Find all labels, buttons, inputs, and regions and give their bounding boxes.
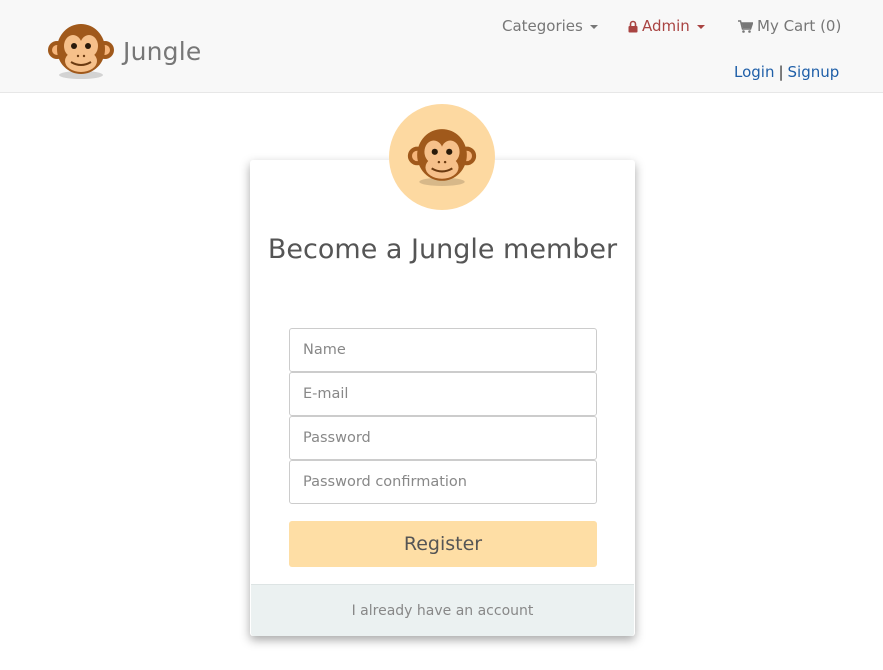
chevron-down-icon bbox=[696, 25, 705, 29]
avatar bbox=[389, 104, 495, 210]
admin-dropdown[interactable]: Admin bbox=[628, 17, 705, 35]
admin-label: Admin bbox=[642, 17, 690, 35]
register-button[interactable]: Register bbox=[289, 521, 597, 567]
my-cart-link[interactable]: My Cart (0) bbox=[738, 17, 841, 35]
password-confirmation-input[interactable] bbox=[289, 460, 597, 504]
already-have-account-link[interactable]: I already have an account bbox=[251, 584, 634, 636]
navbar: Jungle Categories Admin My Cart (0) Logi… bbox=[0, 0, 883, 93]
categories-dropdown[interactable]: Categories bbox=[502, 17, 598, 35]
cart-icon bbox=[738, 19, 753, 33]
cart-label: My Cart (0) bbox=[757, 17, 842, 35]
monkey-logo-icon bbox=[48, 24, 114, 79]
signup-link[interactable]: Signup bbox=[788, 63, 840, 81]
lock-icon bbox=[628, 20, 638, 32]
login-link[interactable]: Login bbox=[734, 63, 774, 81]
form-title: Become a Jungle member bbox=[267, 234, 618, 265]
chevron-down-icon bbox=[589, 25, 598, 29]
brand[interactable]: Jungle bbox=[48, 22, 201, 80]
password-input[interactable] bbox=[289, 416, 597, 460]
auth-links: Login | Signup bbox=[734, 63, 839, 81]
brand-name[interactable]: Jungle bbox=[123, 37, 201, 66]
name-input[interactable] bbox=[289, 328, 597, 372]
categories-label: Categories bbox=[502, 17, 583, 35]
auth-separator: | bbox=[778, 63, 784, 81]
monkey-avatar-icon bbox=[407, 129, 477, 186]
email-input[interactable] bbox=[289, 372, 597, 416]
